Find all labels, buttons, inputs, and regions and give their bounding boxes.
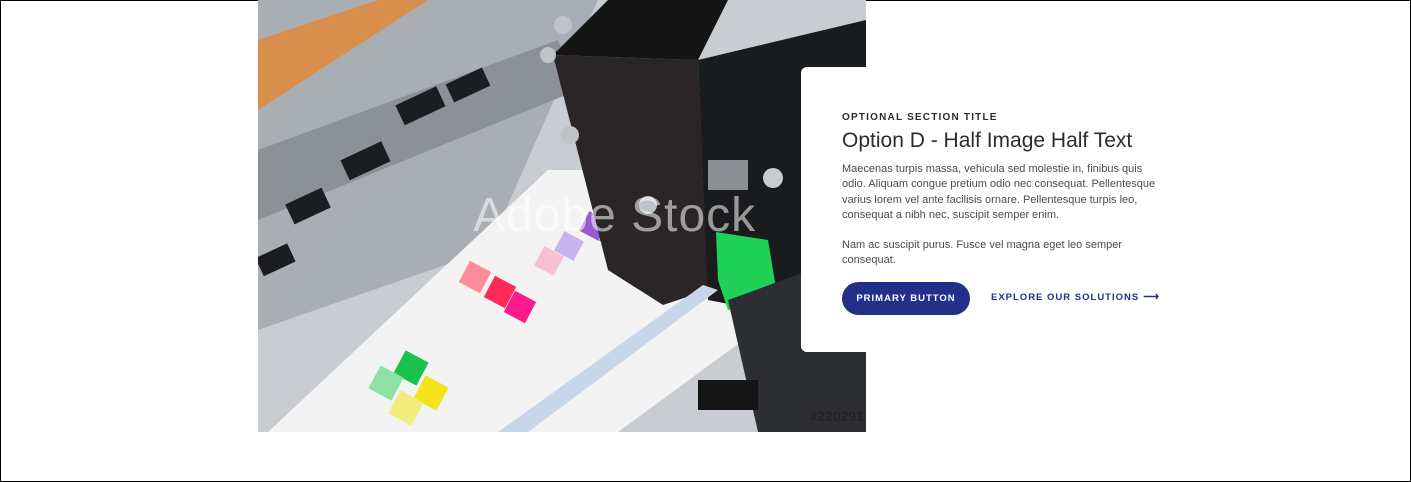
explore-solutions-link[interactable]: EXPLORE OUR SOLUTIONS ⟶ <box>991 290 1160 303</box>
arrow-right-icon: ⟶ <box>1143 291 1160 303</box>
body-paragraph-1: Maecenas turpis massa, vehicula sed mole… <box>842 163 1156 221</box>
hero-image: Adobe Stock #220291 <box>258 0 866 432</box>
section-heading: Option D - Half Image Half Text <box>842 129 1133 152</box>
explore-solutions-label: EXPLORE OUR SOLUTIONS <box>991 292 1140 303</box>
stock-id-label: #220291 <box>809 408 864 424</box>
printer-illustration <box>258 0 866 432</box>
body-paragraph-2: Nam ac suscipit purus. Fusce vel magna e… <box>842 239 1123 267</box>
content-card: OPTIONAL SECTION TITLE Option D - Half I… <box>801 67 1163 352</box>
primary-button[interactable]: PRIMARY BUTTON <box>842 282 970 315</box>
section-eyebrow: OPTIONAL SECTION TITLE <box>842 112 998 123</box>
